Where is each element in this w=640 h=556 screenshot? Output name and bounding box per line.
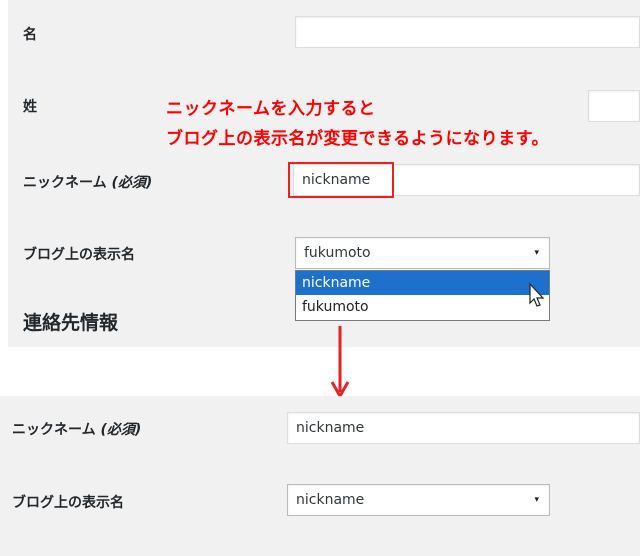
display-name-label-after: ブログ上の表示名 — [12, 495, 124, 511]
dropdown-option-nickname[interactable]: nickname — [296, 271, 549, 295]
annotation-line-2: ブログ上の表示名が変更できるようになります。 — [166, 129, 549, 149]
display-name-select-after[interactable]: nickname ▾ — [287, 484, 550, 516]
nickname-label-after: ニックネーム (必須) — [12, 419, 141, 439]
display-name-selected: fukumoto — [304, 245, 371, 261]
nickname-input-after[interactable]: nickname — [287, 412, 640, 444]
display-name-select[interactable]: fukumoto ▾ — [295, 237, 550, 269]
display-name-dropdown[interactable]: nickname fukumoto — [295, 270, 550, 321]
nickname-label-text: ニックネーム — [23, 175, 107, 191]
chevron-down-icon: ▾ — [534, 495, 539, 505]
arrow-down-icon — [330, 326, 350, 400]
display-name-selected-after: nickname — [296, 492, 365, 508]
required-note-after: (必須) — [100, 422, 142, 438]
nickname-label: ニックネーム (必須) — [23, 172, 152, 192]
last-name-label: 姓 — [23, 99, 37, 115]
display-name-label: ブログ上の表示名 — [23, 247, 135, 263]
nickname-highlight-box — [288, 162, 394, 198]
required-note: (必須) — [111, 175, 153, 191]
dropdown-option-fukumoto[interactable]: fukumoto — [296, 295, 549, 319]
last-name-input[interactable] — [588, 90, 640, 122]
first-name-label: 名 — [23, 27, 37, 43]
contact-info-heading: 連絡先情報 — [23, 312, 119, 334]
mouse-pointer-icon — [529, 283, 545, 307]
nickname-label-text-after: ニックネーム — [12, 422, 96, 438]
first-name-input[interactable] — [295, 16, 640, 48]
annotation-line-1: ニックネームを入力すると — [166, 99, 376, 119]
chevron-down-icon: ▾ — [534, 248, 539, 258]
